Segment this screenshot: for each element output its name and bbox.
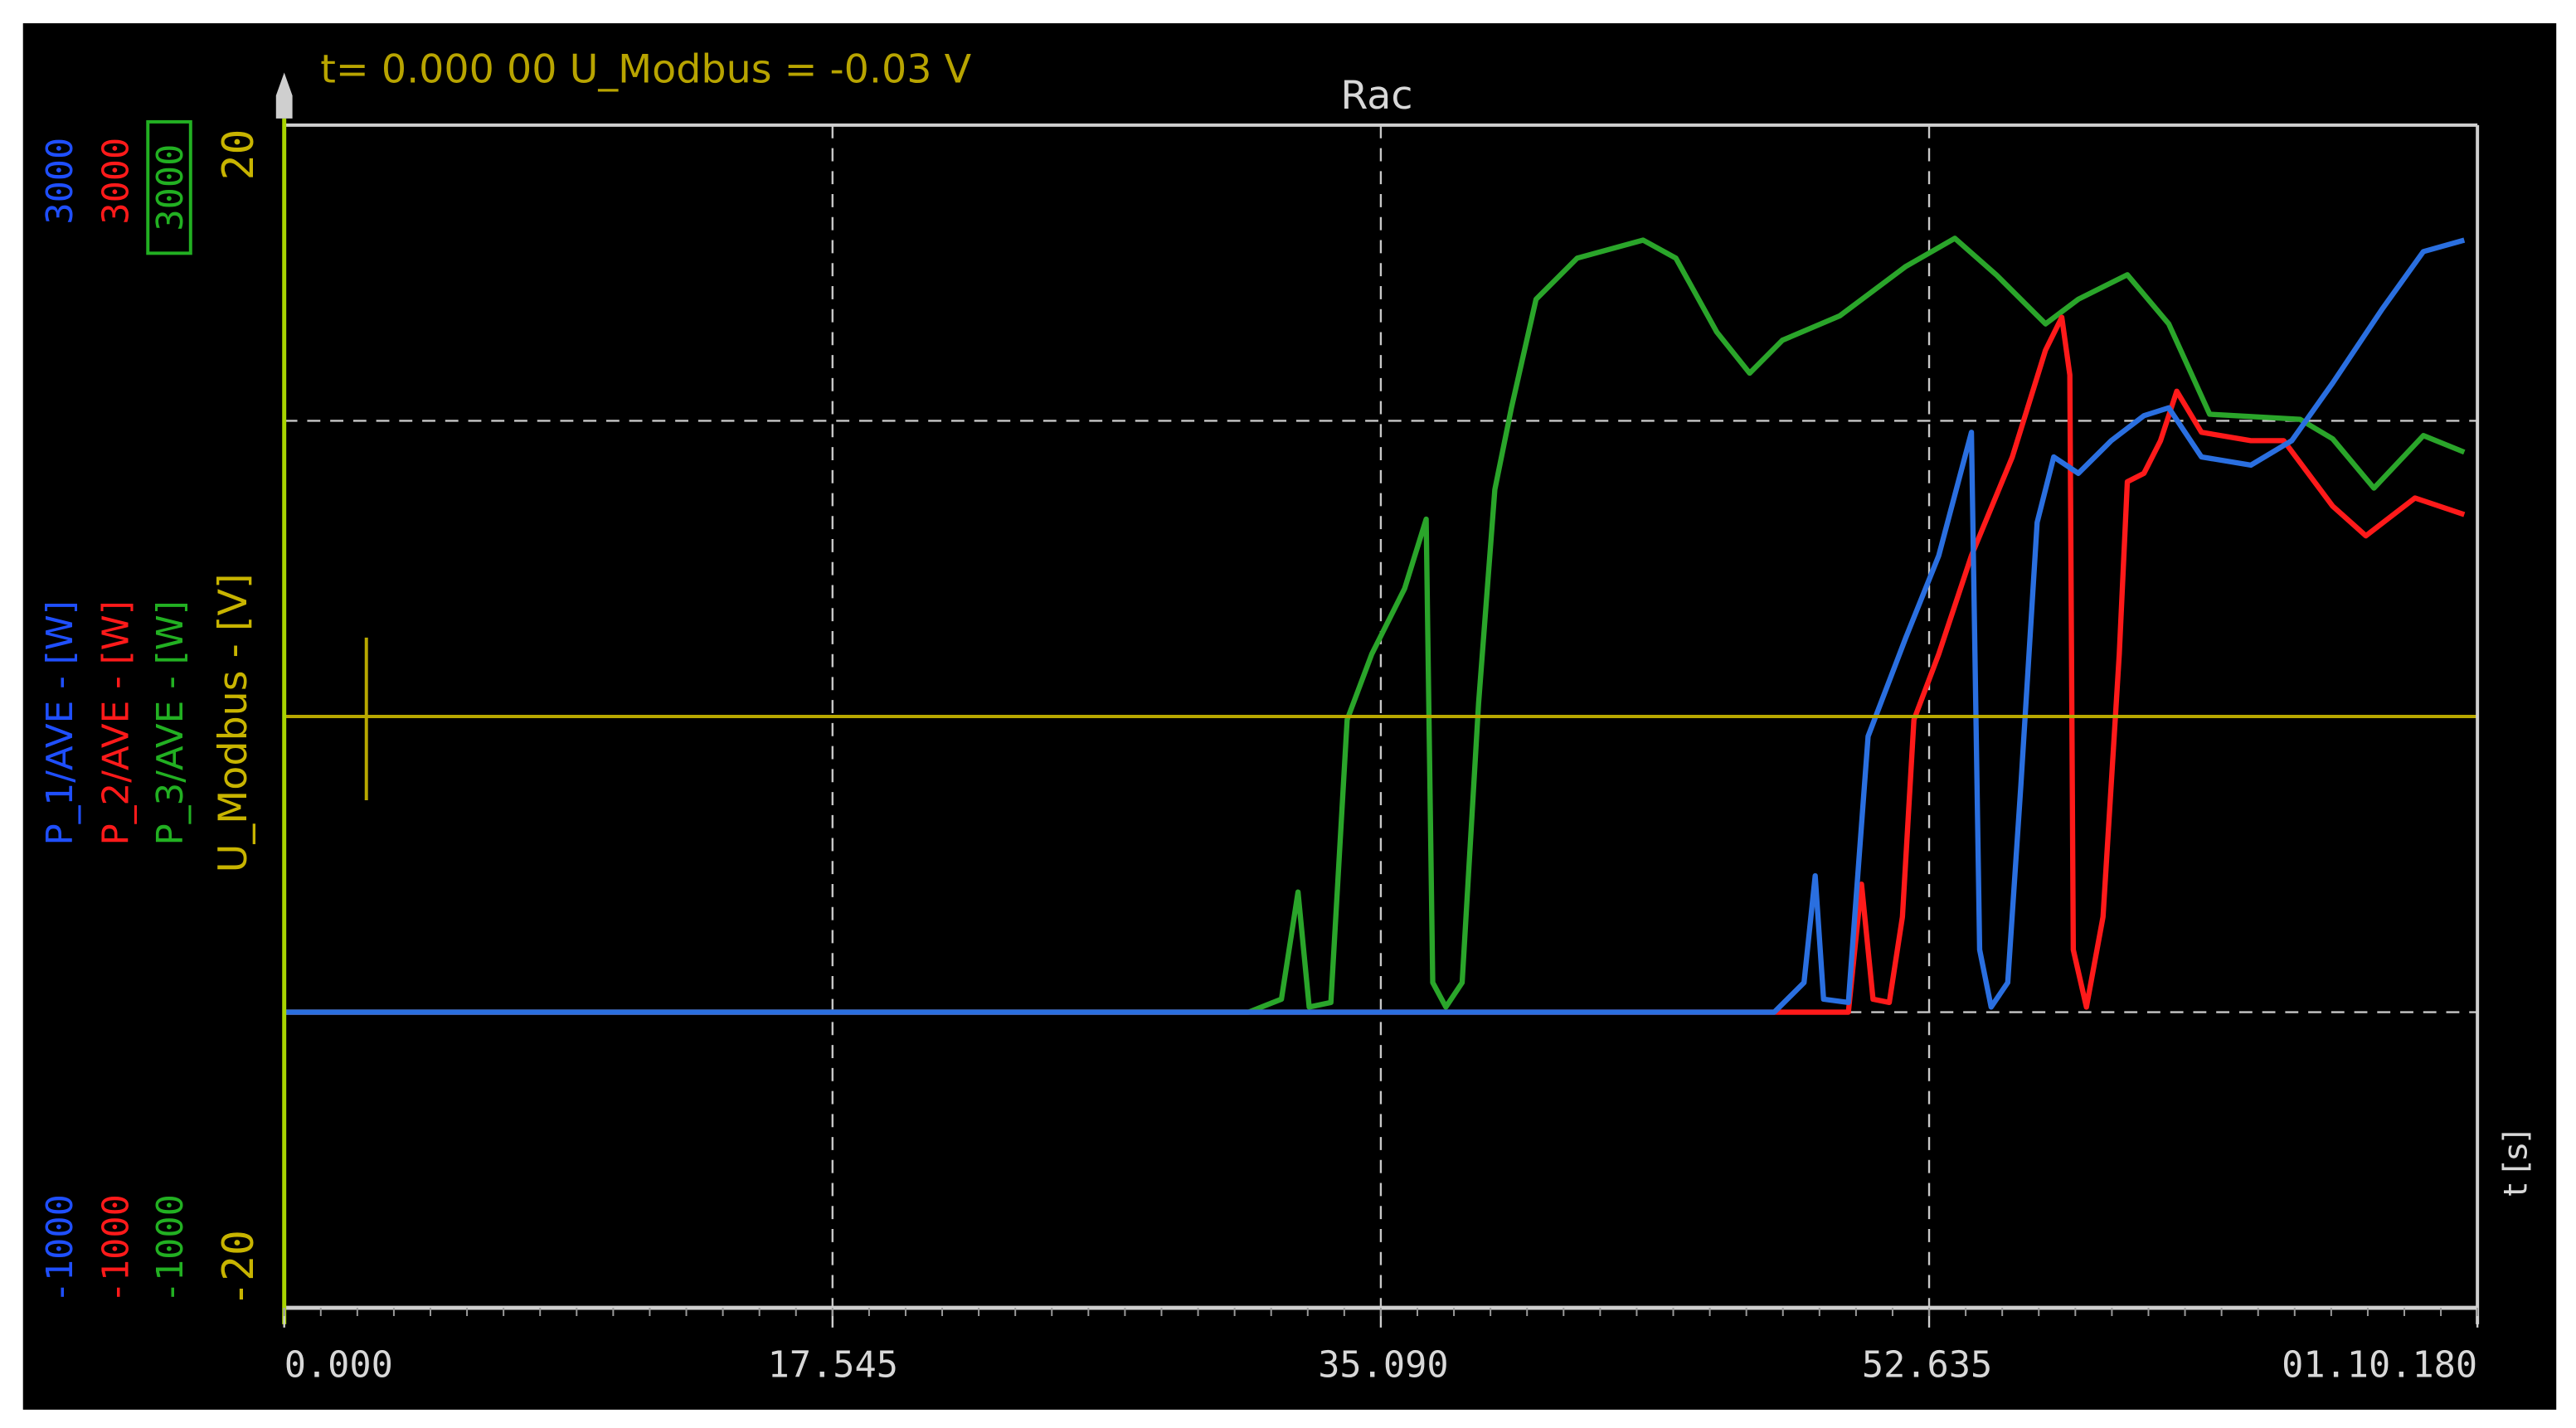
axis-name-p2: P_2/AVE - [W] xyxy=(96,600,138,845)
x-tick-label: 52.635 xyxy=(1862,1344,1992,1386)
axis-name-p1: P_1/AVE - [W] xyxy=(40,600,81,845)
x-tick-label: 35.090 xyxy=(1318,1344,1448,1386)
axis-bottom-p2: -1000 xyxy=(96,1194,138,1303)
cursor-readout: t= 0.000 00 U_Modbus = -0.03 V xyxy=(320,46,971,92)
axis-top-p2: 3000 xyxy=(96,138,138,225)
axis-bottom-p3: -1000 xyxy=(150,1194,192,1303)
chart-title: Rac xyxy=(1340,73,1412,119)
axis-name-u: U_Modbus - [V] xyxy=(211,573,256,872)
chart: Rac t= 0.000 00 U_Modbus = -0.03 V t [s]… xyxy=(22,23,2557,1410)
x-tick-label: 01.10.180 xyxy=(2282,1344,2477,1386)
axis-top-p3: 3000 xyxy=(150,144,192,231)
axis-bottom-p1: -1000 xyxy=(40,1194,81,1303)
axis-top-p1: 3000 xyxy=(40,138,81,225)
axis-top-u: 20 xyxy=(214,129,264,181)
x-axis-label: t [s] xyxy=(2497,1130,2535,1197)
x-tick-label: 17.545 xyxy=(768,1344,898,1386)
x-tick-label: 0.000 xyxy=(284,1344,393,1386)
axis-name-p3: P_3/AVE - [W] xyxy=(150,600,192,845)
axis-bottom-u: -20 xyxy=(214,1230,264,1307)
